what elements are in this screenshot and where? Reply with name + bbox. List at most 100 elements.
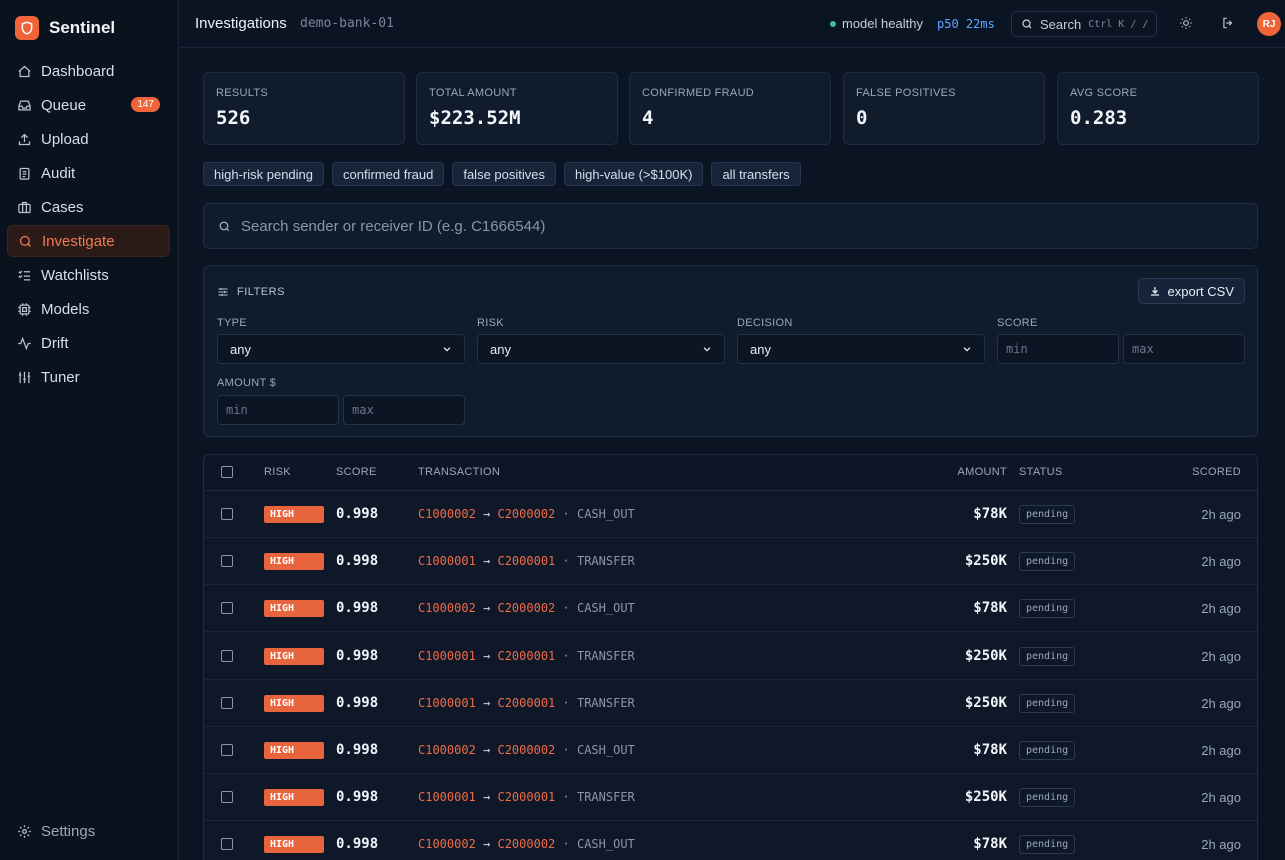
stat-card-false-positives: FALSE POSITIVES 0 bbox=[843, 72, 1045, 145]
sidebar-item-watchlists[interactable]: Watchlists bbox=[7, 259, 170, 291]
table-row[interactable]: HIGH 0.998 C1000001 → C2000001 · TRANSFER $… bbox=[204, 538, 1257, 586]
download-icon bbox=[1150, 287, 1159, 296]
sidebar-item-settings[interactable]: Settings bbox=[7, 815, 170, 847]
row-checkbox[interactable] bbox=[221, 555, 233, 568]
risk-select[interactable]: any bbox=[477, 334, 725, 364]
score-min-input[interactable] bbox=[997, 334, 1119, 364]
column-header-scored[interactable]: SCORED bbox=[1192, 466, 1241, 478]
row-checkbox[interactable] bbox=[221, 744, 233, 756]
brand[interactable]: Sentinel bbox=[15, 15, 115, 41]
type-select[interactable]: any bbox=[217, 334, 465, 364]
sidebar-item-investigate[interactable]: Investigate bbox=[7, 225, 170, 257]
table-row[interactable]: HIGH 0.998 C1000002 → C2000002 · CASH_OUT $… bbox=[204, 821, 1257, 860]
receiver-id-link[interactable]: C2000001 bbox=[497, 554, 555, 568]
sidebar-item-cases[interactable]: Cases bbox=[7, 191, 170, 223]
sidebar-item-upload[interactable]: Upload bbox=[7, 123, 170, 155]
amount-value: $78K bbox=[973, 836, 1007, 853]
score-value: 0.998 bbox=[336, 789, 379, 806]
theme-toggle-sun-icon[interactable] bbox=[1178, 15, 1194, 31]
sender-id-link[interactable]: C1000001 bbox=[418, 554, 476, 568]
transaction-type: TRANSFER bbox=[576, 554, 635, 569]
table-row[interactable]: HIGH 0.998 C1000002 → C2000002 · CASH_OUT $… bbox=[204, 727, 1257, 774]
arrow-icon: → bbox=[475, 554, 498, 569]
table-row[interactable]: HIGH 0.998 C1000001 → C2000001 · TRANSFER $… bbox=[204, 680, 1257, 727]
sidebar-item-dashboard[interactable]: Dashboard bbox=[7, 55, 170, 87]
sidebar-item-tuner[interactable]: Tuner bbox=[7, 361, 170, 393]
decision-select[interactable]: any bbox=[737, 334, 985, 364]
sender-id-link[interactable]: C1000002 bbox=[418, 507, 476, 521]
row-checkbox[interactable] bbox=[221, 508, 233, 520]
stat-value: 0.283 bbox=[1070, 107, 1128, 129]
row-checkbox[interactable] bbox=[221, 649, 233, 662]
chevron-down-icon bbox=[963, 347, 971, 352]
receiver-id-link[interactable]: C2000002 bbox=[497, 601, 555, 615]
table-row[interactable]: HIGH 0.998 C1000001 → C2000001 · TRANSFER $… bbox=[204, 633, 1257, 680]
table-row[interactable]: HIGH 0.998 C1000001 → C2000001 · TRANSFER $… bbox=[204, 774, 1257, 822]
stat-label: CONFIRMED FRAUD bbox=[642, 87, 755, 99]
stat-card-results: RESULTS 526 bbox=[203, 72, 405, 145]
type-select-value: any bbox=[230, 341, 251, 357]
column-header-score[interactable]: SCORE bbox=[336, 466, 377, 478]
export-csv-button[interactable]: export CSV bbox=[1137, 278, 1245, 304]
shield-logo-icon bbox=[15, 16, 39, 40]
sidebar-item-models[interactable]: Models bbox=[7, 293, 170, 325]
sidebar-item-audit[interactable]: Audit bbox=[7, 157, 170, 189]
receiver-id-link[interactable]: C2000002 bbox=[497, 743, 555, 757]
receiver-id-link[interactable]: C2000002 bbox=[497, 507, 555, 521]
receiver-id-link[interactable]: C2000001 bbox=[497, 790, 555, 804]
score-filter-label: SCORE bbox=[997, 317, 1038, 329]
global-search-button[interactable]: Search Ctrl K / / bbox=[1011, 11, 1157, 37]
chip-high-risk-pending[interactable]: high-risk pending bbox=[203, 162, 325, 186]
column-header-amount[interactable]: AMOUNT bbox=[958, 466, 1007, 478]
chip-all-transfers[interactable]: all transfers bbox=[711, 162, 801, 186]
status-badge: pending bbox=[1019, 835, 1076, 855]
table-row[interactable]: HIGH 0.998 C1000002 → C2000002 · CASH_OUT $… bbox=[204, 491, 1257, 538]
sender-id-link[interactable]: C1000002 bbox=[418, 743, 476, 757]
logout-icon[interactable] bbox=[1220, 15, 1236, 31]
sender-id-link[interactable]: C1000001 bbox=[418, 649, 476, 663]
row-checkbox[interactable] bbox=[221, 838, 233, 851]
row-checkbox[interactable] bbox=[221, 791, 233, 804]
sender-id-link[interactable]: C1000002 bbox=[418, 837, 476, 851]
sender-id-link[interactable]: C1000002 bbox=[418, 601, 476, 615]
id-search-bar bbox=[203, 203, 1258, 249]
select-all-checkbox[interactable] bbox=[221, 466, 233, 478]
sender-id-link[interactable]: C1000001 bbox=[418, 696, 476, 710]
search-shortcut: Ctrl K / / bbox=[1088, 18, 1149, 30]
column-header-risk[interactable]: RISK bbox=[264, 466, 291, 478]
sidebar-item-queue[interactable]: Queue 147 bbox=[7, 89, 170, 121]
score-max-input[interactable] bbox=[1123, 334, 1245, 364]
decision-select-value: any bbox=[750, 341, 771, 357]
search-icon bbox=[1022, 19, 1032, 29]
filters-title: FILTERS bbox=[237, 286, 285, 298]
column-header-status[interactable]: STATUS bbox=[1019, 466, 1063, 478]
receiver-id-link[interactable]: C2000001 bbox=[497, 649, 555, 663]
transactions-table: RISK SCORE TRANSACTION AMOUNT STATUS SCO… bbox=[203, 454, 1258, 860]
cpu-icon bbox=[17, 302, 32, 317]
receiver-id-link[interactable]: C2000001 bbox=[497, 696, 555, 710]
chip-confirmed-fraud[interactable]: confirmed fraud bbox=[332, 162, 445, 186]
amount-max-input[interactable] bbox=[343, 395, 465, 425]
sidebar-settings: Settings bbox=[7, 815, 170, 849]
stat-card-total-amount: TOTAL AMOUNT $223.52M bbox=[416, 72, 618, 145]
chevron-down-icon bbox=[443, 347, 451, 352]
chip-high-value[interactable]: high-value (>$100K) bbox=[564, 162, 704, 186]
sidebar-item-drift[interactable]: Drift bbox=[7, 327, 170, 359]
id-search-input[interactable] bbox=[241, 217, 1141, 235]
avatar[interactable]: RJ bbox=[1257, 12, 1281, 36]
row-checkbox[interactable] bbox=[221, 696, 233, 709]
table-row[interactable]: HIGH 0.998 C1000002 → C2000002 · CASH_OUT $… bbox=[204, 585, 1257, 633]
activity-icon bbox=[17, 336, 32, 351]
status-badge: pending bbox=[1019, 505, 1076, 524]
transaction-type: CASH_OUT bbox=[576, 837, 635, 852]
amount-filter-label: AMOUNT $ bbox=[217, 377, 277, 389]
clipboard-icon bbox=[17, 166, 32, 181]
receiver-id-link[interactable]: C2000002 bbox=[497, 837, 555, 851]
status-badge: pending bbox=[1019, 741, 1076, 760]
sender-id-link[interactable]: C1000001 bbox=[418, 790, 476, 804]
amount-min-input[interactable] bbox=[217, 395, 339, 425]
column-header-transaction[interactable]: TRANSACTION bbox=[418, 466, 500, 478]
chip-false-positives[interactable]: false positives bbox=[452, 162, 556, 186]
row-checkbox[interactable] bbox=[221, 602, 233, 615]
risk-select-value: any bbox=[490, 341, 511, 357]
